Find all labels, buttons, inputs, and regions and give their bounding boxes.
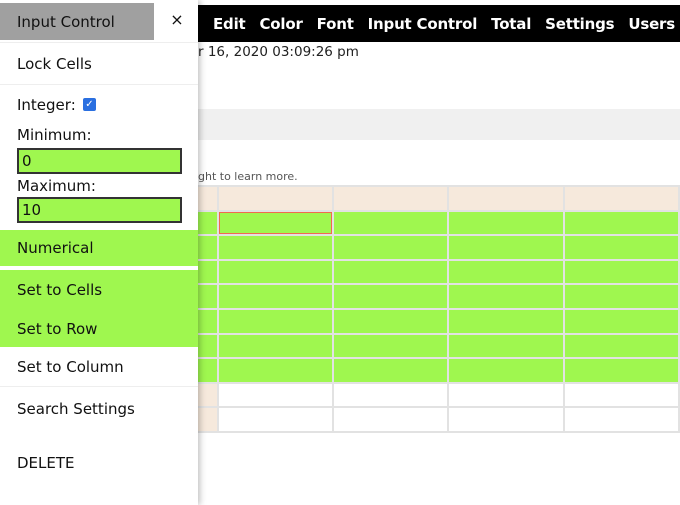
cell[interactable] xyxy=(447,209,565,237)
numerical-button[interactable]: Numerical xyxy=(0,230,198,266)
cell[interactable] xyxy=(562,357,680,384)
cell[interactable] xyxy=(332,406,450,433)
column-header[interactable] xyxy=(447,185,565,212)
hint-text: ght to learn more. xyxy=(198,170,298,183)
cell[interactable] xyxy=(447,332,565,360)
menu-settings[interactable]: Settings xyxy=(545,15,614,33)
table-row xyxy=(190,234,680,261)
date-text: r 16, 2020 03:09:26 pm xyxy=(198,44,359,60)
spreadsheet-grid xyxy=(190,185,680,433)
close-icon[interactable]: × xyxy=(168,10,186,29)
table-row xyxy=(190,307,680,335)
header-row xyxy=(190,185,680,212)
cell[interactable] xyxy=(447,258,565,286)
cell[interactable] xyxy=(447,406,565,433)
cell[interactable] xyxy=(216,406,335,433)
table-row xyxy=(190,381,680,409)
column-header[interactable] xyxy=(216,185,335,212)
table-row xyxy=(190,283,680,310)
input-control-panel: Input Control × Lock Cells Integer: ✓ Mi… xyxy=(0,0,198,505)
panel-title: Input Control xyxy=(0,3,154,40)
table-row xyxy=(190,209,680,237)
minimum-label: Minimum: xyxy=(17,126,92,144)
integer-label: Integer: xyxy=(17,96,76,114)
maximum-label: Maximum: xyxy=(17,177,96,195)
toolbar-band xyxy=(190,109,680,140)
cell[interactable] xyxy=(562,283,680,310)
search-settings-button[interactable]: Search Settings xyxy=(0,391,198,427)
cell[interactable] xyxy=(562,307,680,335)
cell[interactable] xyxy=(216,283,335,310)
cell[interactable] xyxy=(562,234,680,261)
table-row xyxy=(190,357,680,384)
cell[interactable] xyxy=(447,307,565,335)
table-row xyxy=(190,258,680,286)
cell[interactable] xyxy=(562,406,680,433)
set-to-column-button[interactable]: Set to Column xyxy=(0,348,198,385)
menu-total[interactable]: Total xyxy=(491,15,531,33)
cell[interactable] xyxy=(447,234,565,261)
cell[interactable] xyxy=(216,332,335,360)
integer-checkbox[interactable]: ✓ xyxy=(83,98,96,111)
cell[interactable] xyxy=(216,357,335,384)
menu-font[interactable]: Font xyxy=(317,15,354,33)
set-to-cells-button[interactable]: Set to Cells xyxy=(0,270,198,310)
top-menu-bar: Edit Color Font Input Control Total Sett… xyxy=(190,5,680,42)
column-header[interactable] xyxy=(332,185,450,212)
menu-color[interactable]: Color xyxy=(260,15,303,33)
selected-cell[interactable] xyxy=(216,209,335,237)
cell[interactable] xyxy=(447,283,565,310)
cell[interactable] xyxy=(562,332,680,360)
cell[interactable] xyxy=(332,234,450,261)
cell[interactable] xyxy=(216,234,335,261)
set-to-row-button[interactable]: Set to Row xyxy=(0,310,198,347)
cell[interactable] xyxy=(332,209,450,237)
cell[interactable] xyxy=(447,381,565,409)
cell[interactable] xyxy=(332,283,450,310)
cell[interactable] xyxy=(216,258,335,286)
delete-button[interactable]: DELETE xyxy=(0,445,198,481)
column-header[interactable] xyxy=(562,185,680,212)
cell[interactable] xyxy=(332,381,450,409)
cell[interactable] xyxy=(216,307,335,335)
cell[interactable] xyxy=(332,357,450,384)
maximum-input[interactable]: 10 xyxy=(17,197,182,223)
cell[interactable] xyxy=(447,357,565,384)
cell[interactable] xyxy=(332,307,450,335)
lock-cells-button[interactable]: Lock Cells xyxy=(0,46,198,82)
cell[interactable] xyxy=(562,258,680,286)
cell[interactable] xyxy=(332,332,450,360)
menu-users[interactable]: Users xyxy=(628,15,675,33)
menu-input-control[interactable]: Input Control xyxy=(368,15,478,33)
minimum-input[interactable]: 0 xyxy=(17,148,182,174)
menu-edit[interactable]: Edit xyxy=(213,15,246,33)
table-row xyxy=(190,332,680,360)
table-row xyxy=(190,406,680,433)
cell[interactable] xyxy=(332,258,450,286)
cell[interactable] xyxy=(562,209,680,237)
cell[interactable] xyxy=(216,381,335,409)
cell[interactable] xyxy=(562,381,680,409)
